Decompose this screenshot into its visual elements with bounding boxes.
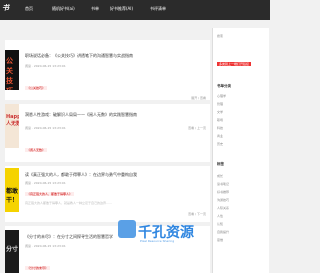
sidebar-item[interactable]: 职场 (217, 118, 223, 122)
post-tag[interactable]: 《真正强大的人，都敢于得罪人》 (25, 192, 75, 196)
sidebar-badge[interactable]: 多类别上一端打开链接 (217, 62, 252, 66)
post-meta: 阅读 · 2020-06-15 13:23:01 (25, 126, 66, 130)
sidebar: 搜索 多类别上一端打开链接 书单分类 心理学 管理 文学 职场 科技 商业 历史… (212, 28, 269, 273)
watermark-subtext: Pixel Resource Sharing (140, 239, 175, 243)
sidebar-item[interactable]: 文学 (217, 110, 223, 114)
sidebar-tag[interactable]: 思维 (217, 238, 223, 242)
post-meta: 阅读 · 2020-06-15 13:23:01 (25, 244, 66, 248)
sidebar-tag[interactable]: 人际关系 (217, 206, 229, 210)
cover-text: 分寸 (6, 246, 19, 253)
sidebar-item[interactable]: 商业 (217, 134, 223, 138)
post-meta: 阅读 · 2020-06-15 13:23:01 (25, 181, 66, 185)
sidebar-tag[interactable]: 好书推荐 (217, 190, 229, 194)
nav-reviews[interactable]: 书评清单 (150, 6, 166, 12)
post-cover[interactable]: 分寸 (5, 230, 19, 273)
sidebar-section-title: 标签 (217, 162, 224, 166)
post-cover[interactable]: 公关技巧 (5, 50, 19, 90)
post-title[interactable]: 职场说话必备：《公关技巧》讲透笔下的沟通智慧与实战指南 (25, 53, 133, 59)
post-more-link[interactable]: 展开 / 查看 (191, 96, 206, 100)
top-navigation-bar: 书 首页 随机好书(ai) 书单 好书推荐(AI) 书评清单 (0, 0, 270, 20)
sidebar-section-title: 书单分类 (217, 84, 231, 88)
post-title[interactable]: 洞悉人性游戏：破解识人局局——《阅人无数》的实践智慧指南 (25, 112, 137, 118)
post-tag[interactable]: 《阅人无数》 (25, 148, 48, 152)
nav-home[interactable]: 首页 (25, 6, 33, 12)
sidebar-tag[interactable]: 人性 (217, 214, 223, 218)
post-title[interactable]: 《分寸的未尽》：在分寸之间探寻生活的智慧哲学 (25, 234, 113, 240)
search-hint[interactable]: 搜索 (217, 34, 223, 38)
post-tag[interactable]: 《分寸的未尽》 (25, 266, 51, 270)
site-logo[interactable]: 书 (2, 3, 9, 13)
sidebar-tag[interactable]: 认知 (217, 222, 223, 226)
post-description: 真正强大的人都敢于得罪人，就是教人一种立足于自己的边界…… (25, 201, 113, 205)
post-card[interactable]: Happen 人无数 洞悉人性游戏：破解识人局局——《阅人无数》的实践智慧指南 … (5, 104, 210, 162)
watermark-logo-icon (118, 220, 136, 238)
post-cover[interactable]: 都敢干！ (5, 168, 19, 212)
cover-text: 公关技巧 (6, 57, 13, 90)
sidebar-tag[interactable]: 自我提升 (217, 230, 229, 234)
nav-random-book[interactable]: 随机好书(ai) (52, 6, 75, 12)
post-tag[interactable]: 《公关技巧》 (25, 86, 48, 90)
nav-recommend[interactable]: 好书推荐(AI) (110, 6, 133, 12)
sidebar-item[interactable]: 管理 (217, 102, 223, 106)
post-more-link[interactable]: 查看 / 上一页 (188, 126, 206, 130)
sidebar-tag[interactable]: 成长 (217, 174, 223, 178)
cover-text: Happen 人无数 (6, 114, 19, 127)
post-card[interactable]: 公关技巧 职场说话必备：《公关技巧》讲透笔下的沟通智慧与实战指南 阅读 · 20… (5, 40, 210, 100)
post-cover[interactable]: Happen 人无数 (5, 104, 19, 148)
sidebar-item[interactable]: 科技 (217, 126, 223, 130)
nav-booklist[interactable]: 书单 (91, 6, 99, 12)
sidebar-tag[interactable]: 读书笔记 (217, 182, 229, 186)
sidebar-tag[interactable]: 沟通技巧 (217, 198, 229, 202)
post-meta: 阅读 · 2020-06-15 13:23:01 (25, 64, 66, 68)
sidebar-item[interactable]: 心理学 (217, 94, 226, 98)
cover-text: 都敢干！ (6, 188, 19, 204)
post-title[interactable]: 读《真正强大的人，都敢于得罪人》：在边界与勇气中重构自我 (25, 172, 137, 178)
watermark: 千孔资源 Pixel Resource Sharing (118, 214, 210, 244)
sidebar-item[interactable]: 历史 (217, 142, 223, 146)
